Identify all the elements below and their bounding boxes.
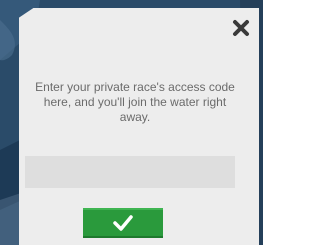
- confirm-button[interactable]: [83, 208, 163, 238]
- race-screen: Enter your private race's access code he…: [0, 0, 263, 245]
- access-code-input[interactable]: [25, 156, 235, 188]
- close-icon: [233, 20, 249, 36]
- close-button[interactable]: [230, 17, 252, 39]
- dialog-message: Enter your private race's access code he…: [35, 80, 235, 124]
- checkmark-icon: [113, 215, 133, 231]
- private-race-dialog: Enter your private race's access code he…: [19, 8, 259, 245]
